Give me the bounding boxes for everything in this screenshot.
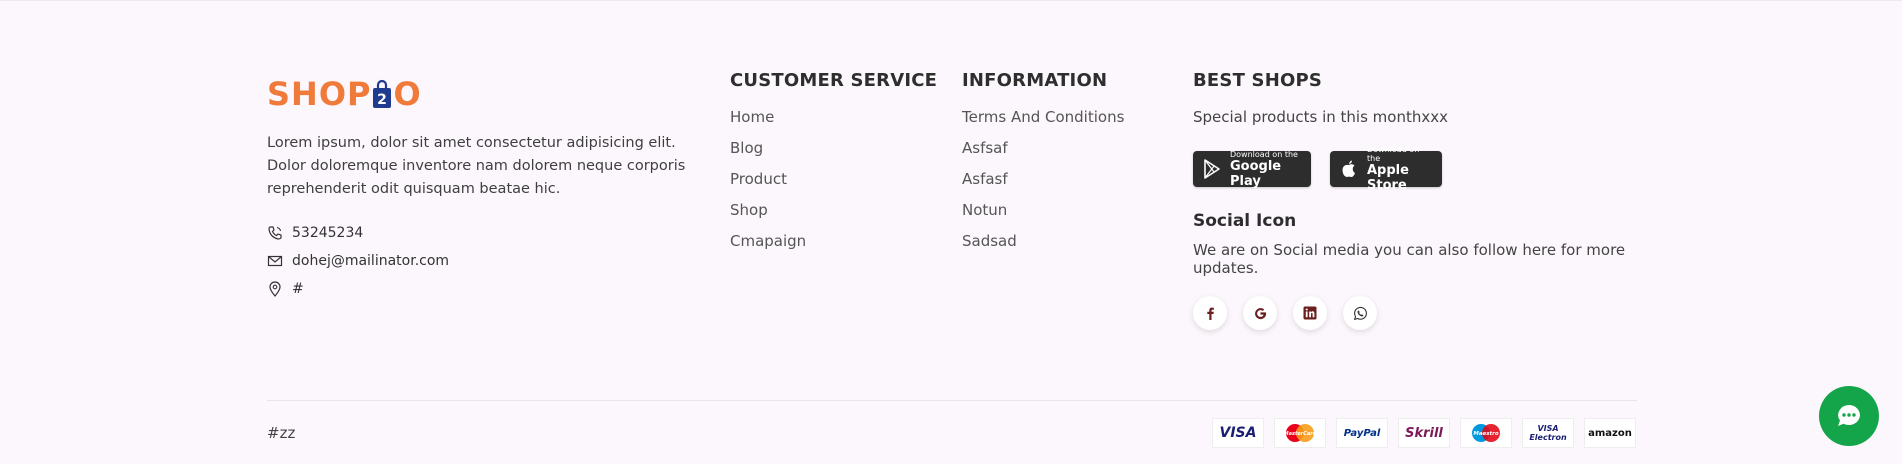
visa-electron-logo-icon: VISA Electron — [1529, 424, 1567, 442]
paypal-logo-icon: PayPal — [1343, 427, 1381, 439]
google-button[interactable] — [1243, 296, 1277, 330]
visa-electron-badge: VISA Electron — [1522, 418, 1574, 448]
email-address: dohej@mailinator.com — [292, 253, 450, 269]
svg-text:MasterCard: MasterCard — [1284, 431, 1317, 437]
mastercard-badge: MasterCard — [1274, 418, 1326, 448]
shopping-bag-logo-icon: 2 — [373, 79, 392, 108]
apple-store-small-text: Download on the — [1367, 145, 1420, 163]
contact-address[interactable]: # — [267, 281, 304, 297]
footer-divider — [267, 400, 1637, 401]
skrill-badge: Skrill — [1398, 418, 1450, 448]
address-text: # — [292, 281, 304, 297]
best-shops-heading: BEST SHOPS — [1193, 70, 1323, 91]
google-icon — [1254, 307, 1266, 319]
svg-text:Maestro: Maestro — [1473, 431, 1499, 437]
location-pin-icon — [267, 281, 283, 297]
phone-number: 53245234 — [292, 225, 364, 241]
footer-link-shop[interactable]: Shop — [730, 201, 768, 219]
amazon-logo-icon: amazon — [1588, 427, 1632, 439]
phone-icon — [267, 225, 283, 241]
contact-phone[interactable]: 53245234 — [267, 225, 363, 241]
skrill-logo-icon: Skrill — [1405, 425, 1443, 441]
footer-link-campaign[interactable]: Cmapaign — [730, 232, 806, 250]
footer-link-sadsad[interactable]: Sadsad — [962, 232, 1017, 250]
facebook-icon — [1207, 307, 1214, 320]
logo-text-right: O — [393, 75, 422, 113]
about-text: Lorem ipsum, dolor sit amet consectetur … — [267, 135, 686, 197]
footer-link-home[interactable]: Home — [730, 108, 774, 126]
social-description: We are on Social media you can also foll… — [1193, 241, 1626, 277]
linkedin-button[interactable] — [1293, 296, 1327, 330]
chat-bubble-icon — [1838, 405, 1860, 426]
maestro-logo-icon: Maestro — [1472, 424, 1500, 442]
visa-logo-icon: VISA — [1219, 425, 1257, 441]
mail-icon — [267, 253, 283, 269]
visa-badge: VISA — [1212, 418, 1264, 448]
apple-icon — [1338, 158, 1360, 180]
site-footer: SHOP 2 O Lorem ipsum, dolor sit amet con… — [267, 0, 1637, 464]
copyright-text: #zz — [267, 424, 296, 442]
play-store-icon — [1201, 158, 1223, 180]
footer-link-terms[interactable]: Terms And Conditions — [962, 108, 1124, 126]
paypal-badge: PayPal — [1336, 418, 1388, 448]
footer-link-asfasf[interactable]: Asfasf — [962, 170, 1008, 188]
information-heading: INFORMATION — [962, 70, 1108, 91]
shop-logo[interactable]: SHOP 2 O — [267, 74, 422, 114]
google-play-label: Google Play — [1230, 158, 1282, 189]
google-play-button[interactable]: Download on the Google Play — [1193, 149, 1311, 189]
svg-text:2: 2 — [378, 92, 388, 108]
whatsapp-button[interactable] — [1343, 296, 1377, 330]
facebook-button[interactable] — [1193, 296, 1227, 330]
apple-store-button[interactable]: Download on the Apple Store — [1330, 145, 1442, 193]
apple-store-label: Apple Store — [1367, 163, 1409, 193]
amazon-badge: amazon — [1584, 418, 1636, 448]
customer-service-heading: CUSTOMER SERVICE — [730, 70, 938, 91]
social-heading: Social Icon — [1193, 211, 1297, 231]
whatsapp-icon — [1353, 306, 1367, 320]
maestro-badge: Maestro — [1460, 418, 1512, 448]
logo-text-left: SHOP — [267, 75, 372, 113]
chat-button[interactable] — [1819, 386, 1879, 446]
best-shops-subtitle: Special products in this monthxxx — [1193, 108, 1448, 126]
footer-link-blog[interactable]: Blog — [730, 139, 763, 157]
google-play-small-text: Download on the — [1230, 149, 1298, 159]
contact-email[interactable]: dohej@mailinator.com — [267, 253, 449, 269]
linkedin-icon — [1303, 306, 1317, 320]
footer-link-asfsaf[interactable]: Asfsaf — [962, 139, 1008, 157]
mastercard-logo-icon: MasterCard — [1284, 424, 1317, 442]
footer-link-notun[interactable]: Notun — [962, 201, 1007, 219]
footer-link-product[interactable]: Product — [730, 170, 787, 188]
